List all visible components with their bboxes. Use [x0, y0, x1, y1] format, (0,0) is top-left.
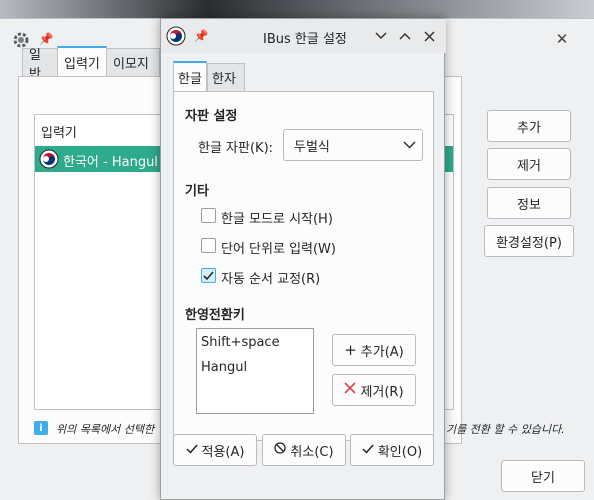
start-hangul-mode-checkbox[interactable] — [201, 208, 216, 223]
list-header: 입력기 — [41, 126, 77, 141]
cancel-label: 취소(C) — [290, 444, 334, 460]
tab-hanja-label: 한자 — [212, 72, 236, 87]
info-text-left: 위의 목록에서 선택한 — [56, 423, 155, 436]
add-key-label: 추가(A) — [360, 344, 404, 360]
chevron-down-icon — [402, 140, 416, 150]
dialog-titlebar: 📌 IBus 한글 설정 — [161, 19, 446, 53]
keyboard-layout-value: 두벌식 — [294, 139, 330, 155]
info-icon: i — [34, 421, 48, 435]
check-icon — [185, 443, 198, 458]
check-icon — [362, 443, 374, 458]
tab-emoji[interactable]: 이모지 — [106, 48, 160, 76]
dialog-title: IBus 한글 설정 — [263, 32, 347, 47]
remove-key-label: 제거(R) — [360, 384, 404, 400]
remove-x-icon — [344, 382, 357, 398]
tab-emoji-label: 이모지 — [113, 57, 149, 72]
apply-label: 적용(A) — [201, 444, 245, 460]
checkmark-icon — [203, 271, 214, 281]
toggle-key-list[interactable]: Shift+space Hangul — [196, 328, 314, 414]
plus-icon: + — [344, 341, 357, 359]
info-text-right: 기를 전환 할 수 있습니다. — [446, 423, 565, 436]
chevron-down-icon[interactable] — [373, 28, 389, 44]
list-item-label: 한국어 - Hangul — [63, 155, 158, 170]
cancel-icon — [274, 442, 287, 458]
chevron-up-icon[interactable] — [397, 28, 413, 44]
close-button[interactable]: 닫기 — [501, 460, 585, 492]
info-button[interactable]: 정보 — [487, 187, 571, 219]
taegeuk-icon — [166, 26, 186, 46]
tab-hangul-label: 한글 — [178, 71, 202, 87]
preferences-button[interactable]: 환경설정(P) — [484, 225, 574, 257]
tab-hangul[interactable]: 한글 — [173, 61, 207, 91]
keyboard-layout-heading: 자판 설정 — [185, 109, 238, 124]
ok-button[interactable]: 확인(O) — [350, 434, 434, 466]
close-icon[interactable] — [421, 28, 437, 44]
window-close-icon[interactable]: ✕ — [554, 30, 570, 48]
hangul-toggle-key-heading: 한영전환키 — [185, 308, 245, 323]
auto-reorder-label: 자동 순서 교정(R) — [221, 272, 321, 287]
list-item[interactable]: Shift+space — [201, 335, 280, 350]
add-key-button[interactable]: + 추가(A) — [332, 334, 416, 366]
word-commit-label: 단어 단위로 입력(W) — [221, 242, 336, 257]
pin-icon[interactable]: 📌 — [193, 28, 209, 44]
apply-button[interactable]: 적용(A) — [173, 434, 257, 466]
tab-hanja[interactable]: 한자 — [207, 63, 245, 91]
word-commit-checkbox[interactable] — [201, 238, 216, 253]
ok-label: 확인(O) — [377, 444, 423, 460]
tab-general[interactable]: 일반 — [22, 48, 58, 82]
start-hangul-mode-label: 한글 모드로 시작(H) — [221, 212, 333, 227]
etc-heading: 기타 — [185, 184, 209, 199]
tab-input-method[interactable]: 입력기 — [57, 46, 107, 76]
hangul-settings-panel: 자판 설정 한글 자판(K): 두벌식 기타 한글 모드로 시작(H) 단어 단… — [173, 91, 434, 441]
hangul-settings-dialog: 📌 IBus 한글 설정 한글 한자 자판 설정 한글 자판(K): 두벌식 기… — [160, 18, 446, 500]
keyboard-layout-select[interactable]: 두벌식 — [283, 129, 423, 161]
add-button[interactable]: 추가 — [487, 110, 571, 142]
remove-button[interactable]: 제거 — [487, 148, 571, 180]
tab-input-method-label: 입력기 — [64, 56, 100, 72]
remove-key-button[interactable]: 제거(R) — [332, 374, 416, 406]
cancel-button[interactable]: 취소(C) — [262, 434, 346, 466]
keyboard-layout-label: 한글 자판(K): — [198, 141, 274, 156]
auto-reorder-checkbox[interactable] — [201, 268, 216, 283]
list-item[interactable]: Hangul — [201, 360, 247, 375]
taegeuk-icon — [39, 149, 59, 169]
